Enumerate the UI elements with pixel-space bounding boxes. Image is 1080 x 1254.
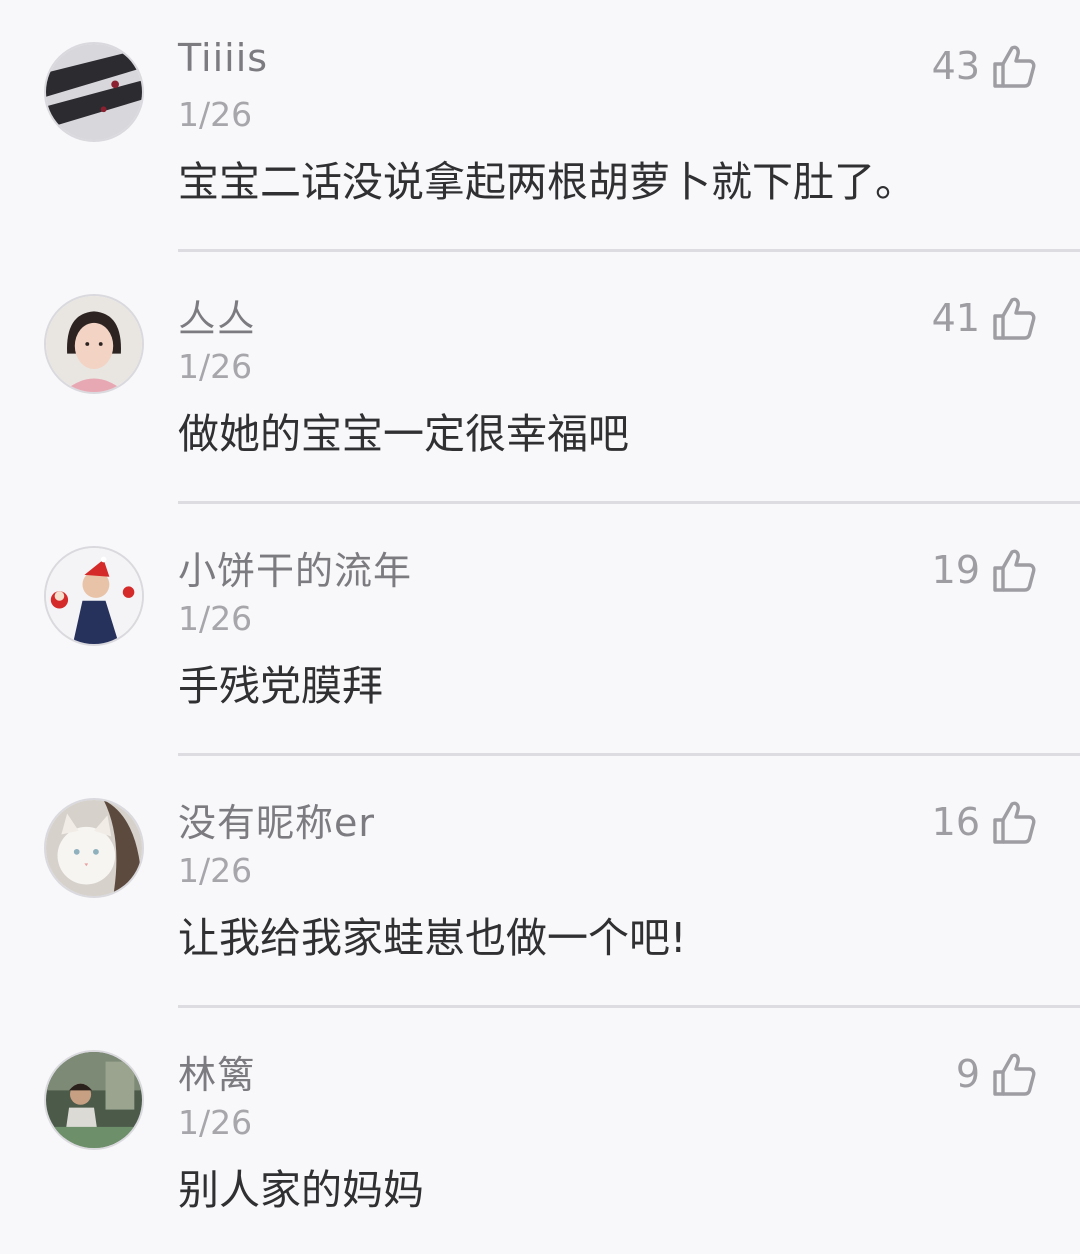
avatar-image bbox=[46, 44, 142, 140]
like-count: 41 bbox=[931, 296, 980, 340]
comment-item: 亼亼 1/26 做她的宝宝一定很幸福吧 41 bbox=[0, 252, 1080, 504]
avatar-image bbox=[46, 800, 142, 896]
thumbs-up-icon bbox=[993, 801, 1036, 844]
comment-item: Tiiiis 1/26 宝宝二话没说拿起两根胡萝卜就下肚了。 43 bbox=[0, 0, 1080, 252]
thumbs-up-icon bbox=[993, 297, 1036, 340]
like-button[interactable]: 9 bbox=[956, 1048, 1036, 1100]
thumbs-up-icon bbox=[993, 45, 1036, 88]
comment-date: 1/26 bbox=[178, 1103, 253, 1142]
like-count: 16 bbox=[931, 800, 980, 844]
username[interactable]: 亼亼 bbox=[178, 288, 256, 343]
comment-item: 林篱 1/26 别人家的妈妈 9 bbox=[0, 1008, 1080, 1254]
like-button[interactable]: 16 bbox=[932, 796, 1036, 848]
avatar[interactable] bbox=[44, 1050, 144, 1150]
comment-text: 让我给我家蛙崽也做一个吧! bbox=[178, 914, 687, 962]
avatar-image bbox=[46, 1052, 142, 1148]
like-count: 43 bbox=[931, 44, 980, 88]
username[interactable]: Tiiiis bbox=[178, 36, 268, 80]
comment-date: 1/26 bbox=[178, 347, 253, 386]
comment-text: 手残党膜拜 bbox=[178, 662, 383, 710]
comment-list: Tiiiis 1/26 宝宝二话没说拿起两根胡萝卜就下肚了。 43 亼亼 1/2… bbox=[0, 0, 1080, 1254]
comment-date: 1/26 bbox=[178, 851, 253, 890]
avatar[interactable] bbox=[44, 546, 144, 646]
comment-text: 宝宝二话没说拿起两根胡萝卜就下肚了。 bbox=[178, 158, 916, 206]
comment-text: 做她的宝宝一定很幸福吧 bbox=[178, 410, 629, 458]
like-button[interactable]: 41 bbox=[932, 292, 1036, 344]
username[interactable]: 没有昵称er bbox=[178, 792, 375, 847]
avatar-image bbox=[46, 548, 142, 644]
comment-text: 别人家的妈妈 bbox=[178, 1166, 424, 1214]
avatar-image bbox=[46, 296, 142, 392]
avatar[interactable] bbox=[44, 798, 144, 898]
like-count: 9 bbox=[955, 1052, 980, 1096]
avatar[interactable] bbox=[44, 294, 144, 394]
username[interactable]: 小饼干的流年 bbox=[178, 540, 412, 595]
thumbs-up-icon bbox=[993, 1053, 1036, 1096]
comment-item: 小饼干的流年 1/26 手残党膜拜 19 bbox=[0, 504, 1080, 756]
thumbs-up-icon bbox=[993, 549, 1036, 592]
like-button[interactable]: 19 bbox=[932, 544, 1036, 596]
comment-date: 1/26 bbox=[178, 95, 253, 134]
comment-item: 没有昵称er 1/26 让我给我家蛙崽也做一个吧! 16 bbox=[0, 756, 1080, 1008]
comment-date: 1/26 bbox=[178, 599, 253, 638]
like-count: 19 bbox=[931, 548, 980, 592]
avatar[interactable] bbox=[44, 42, 144, 142]
username[interactable]: 林篱 bbox=[178, 1044, 256, 1099]
like-button[interactable]: 43 bbox=[932, 40, 1036, 92]
